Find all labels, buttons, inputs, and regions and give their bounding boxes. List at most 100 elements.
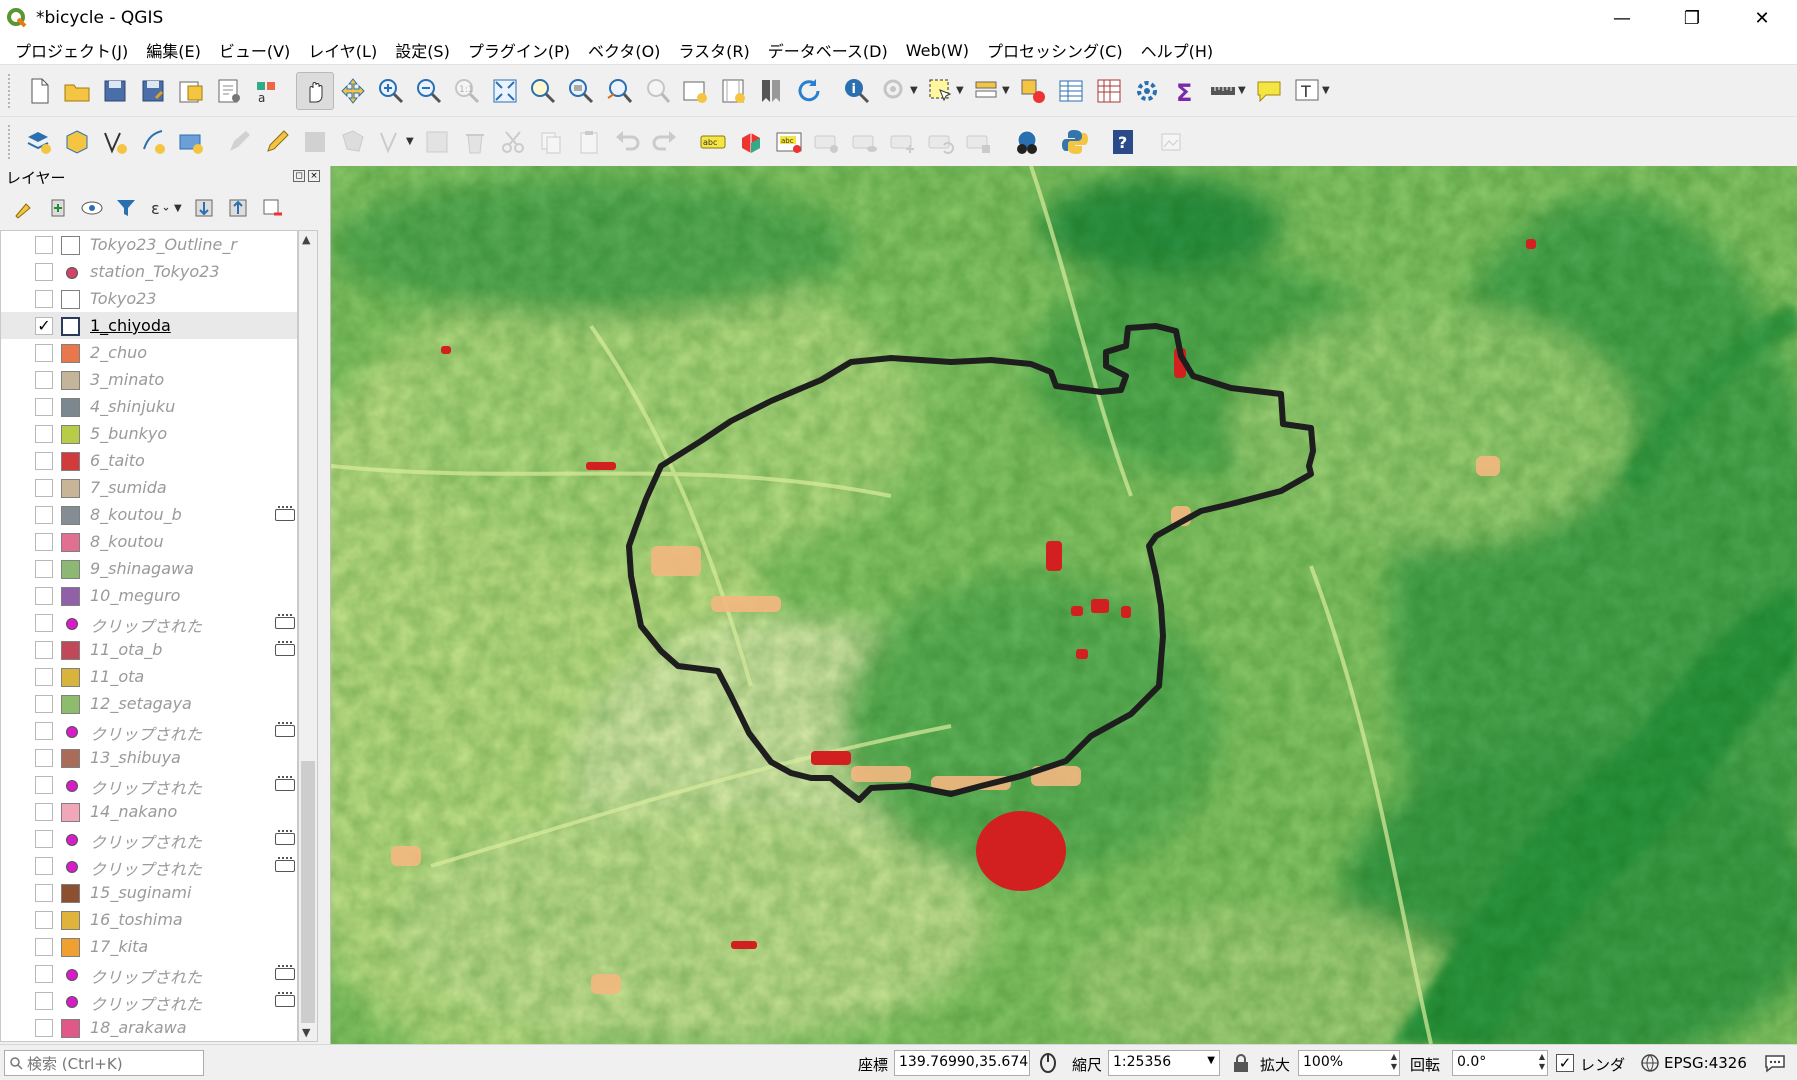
select-by-value-icon[interactable] <box>968 72 1006 110</box>
paste-icon[interactable] <box>570 123 608 161</box>
layer-visibility-checkbox[interactable] <box>35 236 53 254</box>
pan-map-icon[interactable] <box>296 71 334 110</box>
project-templates-icon[interactable] <box>172 72 210 110</box>
layer-row[interactable]: 8_koutou_b <box>1 501 297 528</box>
layer-visibility-checkbox[interactable] <box>35 857 53 875</box>
zoom-native-icon[interactable]: 1:1 <box>448 72 486 110</box>
menu-help[interactable]: ヘルプ(H) <box>1132 38 1223 62</box>
layer-visibility-checkbox[interactable]: ✓ <box>35 317 53 335</box>
layer-tree-scrollbar[interactable]: ▲ ▼ <box>298 230 318 1042</box>
layer-row[interactable]: 6_taito <box>1 447 297 474</box>
map-tips-icon[interactable] <box>1250 72 1288 110</box>
redo-icon[interactable] <box>646 123 684 161</box>
layer-row[interactable]: 12_setagaya <box>1 690 297 717</box>
statistics-icon[interactable]: Σ <box>1166 72 1204 110</box>
layer-row[interactable]: 4_shinjuku <box>1 393 297 420</box>
layer-row[interactable]: 11_ota <box>1 663 297 690</box>
expand-all-icon[interactable] <box>188 192 220 224</box>
layer-visibility-checkbox[interactable] <box>35 425 53 443</box>
open-project-icon[interactable] <box>58 72 96 110</box>
menu-layer[interactable]: レイヤ(L) <box>299 38 386 62</box>
close-panel-button[interactable]: × <box>308 170 320 182</box>
layer-visibility-checkbox[interactable] <box>35 749 53 767</box>
manage-map-themes-icon[interactable] <box>76 192 108 224</box>
layer-styling-icon[interactable] <box>8 192 40 224</box>
layer-row[interactable]: 5_bunkyo <box>1 420 297 447</box>
style-manager-icon[interactable]: a <box>248 72 286 110</box>
temporary-layer-icon[interactable] <box>275 857 295 872</box>
layer-row[interactable]: 15_suginami <box>1 879 297 906</box>
filter-legend-icon[interactable] <box>110 192 142 224</box>
scale-combobox[interactable]: 1:25356 ▼ <box>1108 1050 1220 1076</box>
layer-visibility-checkbox[interactable] <box>35 479 53 497</box>
zoom-to-selection-icon[interactable] <box>524 72 562 110</box>
delete-icon[interactable] <box>456 123 494 161</box>
layer-row[interactable]: 10_meguro <box>1 582 297 609</box>
globe-icon[interactable] <box>1640 1053 1660 1073</box>
coordinate-field[interactable]: 139.76990,35.67432 <box>894 1050 1030 1076</box>
temporal-controller-icon[interactable] <box>714 72 752 110</box>
layer-row[interactable]: 13_shibuya <box>1 744 297 771</box>
attribute-table-icon[interactable] <box>1052 72 1090 110</box>
copy-icon[interactable] <box>532 123 570 161</box>
spin-arrows-icon[interactable]: ▲ ▼ <box>1391 1052 1397 1072</box>
layer-row[interactable]: 16_toshima <box>1 906 297 933</box>
layer-visibility-checkbox[interactable] <box>35 344 53 362</box>
scrollbar-thumb[interactable] <box>301 761 315 1023</box>
layer-visibility-checkbox[interactable] <box>35 587 53 605</box>
layer-row[interactable]: クリップされた <box>1 987 297 1014</box>
quickmapservices-icon[interactable] <box>1008 123 1046 161</box>
layer-row[interactable]: クリップされた <box>1 771 297 798</box>
menu-plugins[interactable]: プラグイン(P) <box>459 38 579 62</box>
zoom-next-icon[interactable] <box>638 72 676 110</box>
measure-icon[interactable] <box>1204 72 1242 110</box>
messages-icon[interactable] <box>1764 1053 1786 1073</box>
new-map-view-icon[interactable] <box>676 72 714 110</box>
layer-visibility-checkbox[interactable] <box>35 560 53 578</box>
layer-visibility-checkbox[interactable] <box>35 830 53 848</box>
menu-database[interactable]: データベース(D) <box>759 38 897 62</box>
layer-row[interactable]: Tokyo23 <box>1 285 297 312</box>
zoom-out-icon[interactable] <box>410 72 448 110</box>
temporary-layer-icon[interactable] <box>275 614 295 629</box>
temporary-layer-icon[interactable] <box>275 776 295 791</box>
new-geopackage-icon[interactable] <box>58 123 96 161</box>
layer-visibility-checkbox[interactable] <box>35 722 53 740</box>
render-checkbox[interactable]: ✓ <box>1556 1054 1574 1072</box>
change-label-icon[interactable] <box>960 123 998 161</box>
rotation-spinbox[interactable]: 0.0° ▲ ▼ <box>1452 1050 1548 1076</box>
spin-arrows-icon[interactable]: ▲ ▼ <box>1539 1052 1545 1072</box>
menu-settings[interactable]: 設定(S) <box>386 38 459 62</box>
save-edits-icon[interactable] <box>296 123 334 161</box>
toolbar-grip[interactable] <box>8 73 14 108</box>
modify-attributes-icon[interactable] <box>418 123 456 161</box>
temporary-layer-icon[interactable] <box>275 641 295 656</box>
layer-visibility-checkbox[interactable] <box>35 965 53 983</box>
add-group-icon[interactable] <box>42 192 74 224</box>
layer-row[interactable]: station_Tokyo23 <box>1 258 297 285</box>
select-features-icon[interactable] <box>922 72 960 110</box>
toggle-editing-icon[interactable] <box>220 123 258 161</box>
temporary-layer-icon[interactable] <box>275 506 295 521</box>
undo-icon[interactable] <box>608 123 646 161</box>
zoom-in-icon[interactable] <box>372 72 410 110</box>
layer-visibility-checkbox[interactable] <box>35 506 53 524</box>
layer-row[interactable]: 7_sumida <box>1 474 297 501</box>
layer-row[interactable]: 18_arakawa <box>1 1014 297 1041</box>
layer-row[interactable]: クリップされた <box>1 960 297 987</box>
layer-visibility-checkbox[interactable] <box>35 776 53 794</box>
menu-vector[interactable]: ベクタ(O) <box>579 38 669 62</box>
layer-visibility-checkbox[interactable] <box>35 290 53 308</box>
map-canvas[interactable] <box>330 166 1797 1044</box>
mouse-toggle-icon[interactable] <box>1036 1052 1060 1074</box>
field-calculator-icon[interactable] <box>1090 72 1128 110</box>
scroll-up-arrow-icon[interactable]: ▲ <box>302 233 310 246</box>
layer-row[interactable]: 8_koutou <box>1 528 297 555</box>
temporary-layer-icon[interactable] <box>275 992 295 1007</box>
layer-visibility-checkbox[interactable] <box>35 884 53 902</box>
layer-row[interactable]: 11_ota_b <box>1 636 297 663</box>
lock-icon[interactable] <box>1232 1053 1250 1073</box>
menu-web[interactable]: Web(W) <box>897 41 978 60</box>
layer-row[interactable]: 3_minato <box>1 366 297 393</box>
refresh-icon[interactable] <box>790 72 828 110</box>
